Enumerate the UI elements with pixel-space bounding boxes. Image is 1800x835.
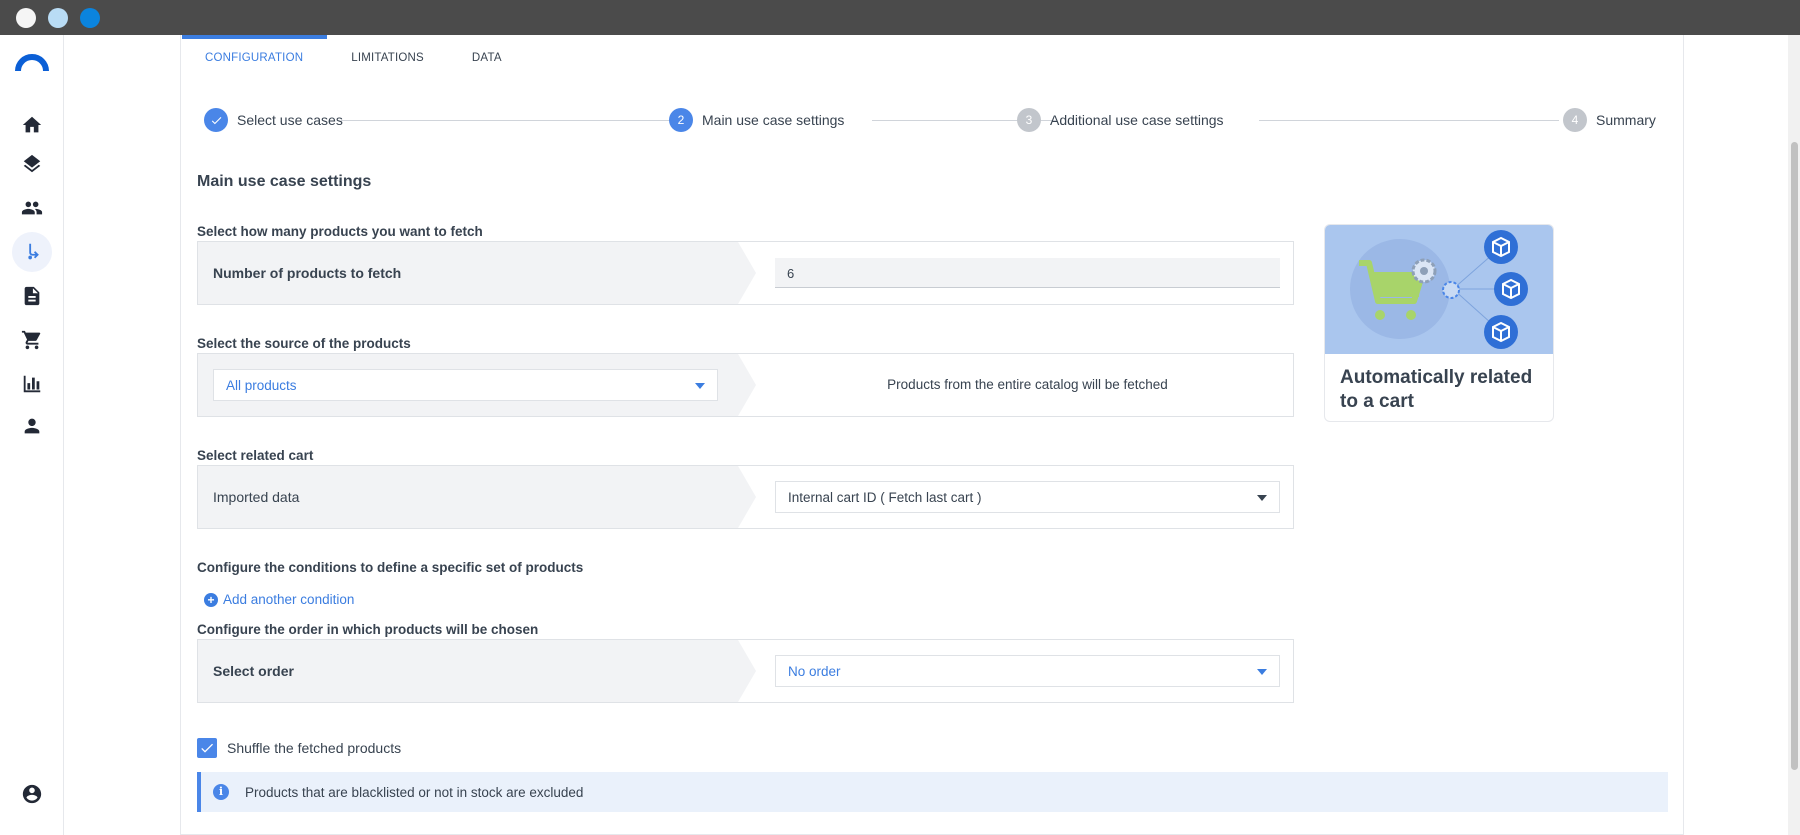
order-select[interactable]: No order bbox=[775, 655, 1280, 687]
account-circle-icon bbox=[22, 784, 42, 804]
order-select-value: No order bbox=[788, 664, 841, 679]
stepper-connector bbox=[341, 120, 671, 121]
use-case-title: Automatically related to a cart bbox=[1340, 367, 1533, 412]
page-title: Main use case settings bbox=[197, 173, 372, 190]
window-minimize-button[interactable] bbox=[48, 8, 68, 28]
info-banner: i Products that are blacklisted or not i… bbox=[197, 772, 1668, 812]
sidebar bbox=[0, 35, 64, 835]
chevron-down-icon bbox=[1257, 495, 1267, 501]
step-select-use-cases[interactable]: Select use cases bbox=[204, 107, 343, 133]
add-condition-button[interactable]: + Add another condition bbox=[204, 592, 354, 607]
check-icon bbox=[204, 108, 228, 132]
layers-icon bbox=[23, 154, 41, 173]
chevron-down-icon bbox=[1257, 669, 1267, 675]
cart-heading: Select related cart bbox=[197, 448, 314, 463]
add-condition-label: Add another condition bbox=[223, 592, 355, 607]
document-icon bbox=[24, 286, 40, 306]
fetch-count-row: Number of products to fetch 6 bbox=[197, 241, 1294, 305]
window-titlebar bbox=[0, 0, 1800, 35]
info-icon: i bbox=[213, 784, 229, 800]
order-label: Select order bbox=[213, 663, 294, 679]
tab-limitations[interactable]: LIMITATIONS bbox=[327, 35, 448, 73]
step-label: Select use cases bbox=[237, 112, 343, 128]
cart-select[interactable]: Internal cart ID ( Fetch last cart ) bbox=[775, 481, 1280, 513]
step-summary[interactable]: 4 Summary bbox=[1563, 107, 1656, 133]
sidebar-item-flow[interactable] bbox=[12, 232, 52, 272]
scrollbar-thumb[interactable] bbox=[1791, 142, 1798, 770]
source-select[interactable]: All products bbox=[213, 369, 718, 401]
sidebar-item-cart[interactable] bbox=[12, 320, 52, 360]
fetch-count-input[interactable]: 6 bbox=[775, 258, 1280, 288]
window-maximize-button[interactable] bbox=[80, 8, 100, 28]
window-close-button[interactable] bbox=[16, 8, 36, 28]
step-additional-settings[interactable]: 3 Additional use case settings bbox=[1017, 107, 1224, 133]
tab-bar: CONFIGURATION LIMITATIONS DATA bbox=[181, 35, 526, 73]
chevron-down-icon bbox=[695, 383, 705, 389]
source-description: Products from the entire catalog will be… bbox=[887, 377, 1168, 392]
stepper-connector bbox=[1259, 120, 1559, 121]
step-number: 3 bbox=[1017, 108, 1041, 132]
tab-data[interactable]: DATA bbox=[448, 35, 526, 73]
step-label: Summary bbox=[1596, 112, 1656, 128]
bar-chart-icon bbox=[23, 375, 41, 393]
brand-logo-icon[interactable] bbox=[14, 53, 50, 73]
check-icon bbox=[201, 743, 213, 753]
info-text: Products that are blacklisted or not in … bbox=[245, 784, 584, 800]
sidebar-item-account[interactable] bbox=[12, 774, 52, 814]
conditions-heading: Configure the conditions to define a spe… bbox=[197, 560, 584, 575]
sidebar-item-layers[interactable] bbox=[12, 144, 52, 184]
source-heading: Select the source of the products bbox=[197, 336, 411, 351]
shuffle-label: Shuffle the fetched products bbox=[227, 740, 402, 756]
cart-select-value: Internal cart ID ( Fetch last cart ) bbox=[788, 490, 982, 505]
order-heading: Configure the order in which products wi… bbox=[197, 622, 539, 637]
step-label: Main use case settings bbox=[702, 112, 845, 128]
source-select-value: All products bbox=[226, 378, 297, 393]
people-icon bbox=[21, 201, 43, 215]
stepper: Select use cases 2 Main use case setting… bbox=[204, 107, 1656, 133]
step-number: 4 bbox=[1563, 108, 1587, 132]
sidebar-item-profile[interactable] bbox=[12, 406, 52, 446]
source-row: All products Products from the entire ca… bbox=[197, 353, 1294, 417]
tab-configuration[interactable]: CONFIGURATION bbox=[182, 35, 328, 73]
cart-row: Imported data Internal cart ID ( Fetch l… bbox=[197, 465, 1294, 529]
step-label: Additional use case settings bbox=[1050, 112, 1224, 128]
use-case-card: Automatically related to a cart bbox=[1324, 224, 1554, 422]
sidebar-item-people[interactable] bbox=[12, 188, 52, 228]
cart-network-icon bbox=[1350, 230, 1528, 349]
plus-circle-icon: + bbox=[204, 592, 218, 607]
sidebar-item-analytics[interactable] bbox=[12, 364, 52, 404]
cart-illustration bbox=[1325, 225, 1553, 354]
fetch-heading: Select how many products you want to fet… bbox=[197, 224, 483, 239]
home-icon bbox=[22, 116, 42, 133]
shuffle-option: Shuffle the fetched products bbox=[197, 738, 401, 758]
step-number: 2 bbox=[669, 108, 693, 132]
flow-icon bbox=[28, 243, 39, 260]
cart-label: Imported data bbox=[213, 489, 300, 505]
cart-icon bbox=[21, 330, 41, 350]
shuffle-checkbox[interactable] bbox=[197, 738, 217, 758]
order-row: Select order No order bbox=[197, 639, 1294, 703]
step-main-settings[interactable]: 2 Main use case settings bbox=[669, 107, 844, 133]
fetch-count-label: Number of products to fetch bbox=[213, 265, 402, 281]
sidebar-item-home[interactable] bbox=[12, 105, 52, 145]
person-icon bbox=[24, 418, 40, 434]
sidebar-item-documents[interactable] bbox=[12, 276, 52, 316]
content-card: CONFIGURATION LIMITATIONS DATA Select us… bbox=[180, 35, 1684, 835]
